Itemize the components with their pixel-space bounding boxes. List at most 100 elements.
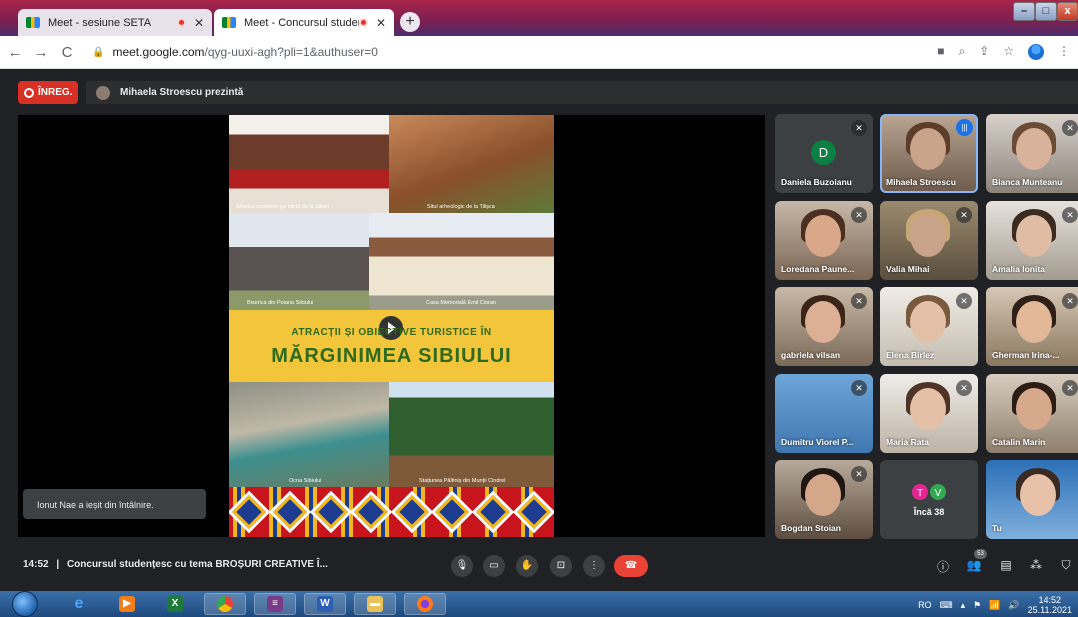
mic-off-icon: ✕ bbox=[1062, 207, 1078, 223]
participant-face bbox=[1016, 215, 1052, 257]
show-hidden-icons-icon[interactable]: ▴ bbox=[961, 600, 966, 611]
participant-face bbox=[805, 474, 841, 516]
camera-icon[interactable]: ■ bbox=[937, 44, 944, 60]
pattern-diamond bbox=[476, 495, 511, 529]
volume-icon[interactable]: 🔊 bbox=[1008, 600, 1019, 611]
meet-favicon-icon bbox=[222, 17, 236, 28]
camera-button[interactable]: ▭ bbox=[483, 555, 505, 577]
participant-tile[interactable]: ✕ Bianca Munteanu bbox=[986, 114, 1078, 193]
clock[interactable]: 14:52 25.11.2021 bbox=[1028, 595, 1072, 615]
network-icon[interactable]: 📶 bbox=[989, 600, 1000, 611]
url-field[interactable]: meet.google.com/qyg-uuxi-agh?pli=1&authu… bbox=[112, 45, 378, 59]
participant-name: Gherman Irina-... bbox=[992, 350, 1060, 360]
more-options-button[interactable]: ⋮ bbox=[583, 555, 605, 577]
mic-off-icon: ✕ bbox=[851, 466, 867, 482]
slide-photo-ocna-sibiului bbox=[229, 382, 389, 487]
participant-name: Daniela Buzoianu bbox=[781, 177, 852, 187]
more-participants-tile[interactable]: T V Încă 38 bbox=[880, 460, 978, 539]
slide-photo-paltinis bbox=[389, 382, 554, 487]
address-bar: ← → C 🔒 meet.google.com/qyg-uuxi-agh?pli… bbox=[0, 36, 1078, 69]
mic-off-icon: ✕ bbox=[851, 380, 867, 396]
participant-face bbox=[1016, 388, 1052, 430]
participant-name: gabriela vilsan bbox=[781, 350, 841, 360]
participant-tile[interactable]: ✕ Catalin Marin bbox=[986, 374, 1078, 453]
extension-icon[interactable] bbox=[1028, 44, 1044, 60]
file-explorer-icon[interactable]: ▬ bbox=[354, 593, 396, 615]
lock-icon[interactable]: 🔒 bbox=[92, 47, 104, 58]
participant-tile[interactable]: ✕ Amalia Ionita bbox=[986, 201, 1078, 280]
new-tab-button[interactable]: + bbox=[400, 12, 420, 32]
activities-icon[interactable]: ⁂ bbox=[1028, 558, 1044, 572]
host-controls-icon[interactable]: ⛉ bbox=[1058, 558, 1074, 573]
address-bar-actions: ■ ⌕ ⇪ ☆ ⋮ bbox=[937, 44, 1070, 60]
self-view-tile[interactable]: Tu bbox=[986, 460, 1078, 539]
start-button[interactable] bbox=[12, 591, 38, 617]
present-button[interactable]: ⊡ bbox=[550, 555, 572, 577]
speaking-indicator-icon: ||| bbox=[956, 119, 973, 136]
close-tab-icon[interactable]: ✕ bbox=[194, 16, 204, 30]
participant-name: Tu bbox=[992, 523, 1002, 533]
tab-sesiune-seta[interactable]: Meet - sesiune SETA ✕ bbox=[18, 9, 212, 36]
participant-avatar: D bbox=[811, 140, 836, 165]
internet-explorer-icon[interactable]: e bbox=[58, 593, 100, 615]
recording-indicator-icon bbox=[176, 18, 186, 27]
tab-concursul-studentesc[interactable]: Meet - Concursul studențesc ✕ bbox=[214, 9, 394, 36]
share-icon[interactable]: ⇪ bbox=[979, 44, 989, 60]
people-icon[interactable]: 👥 bbox=[966, 558, 982, 572]
participant-tile[interactable]: ||| Mihaela Stroescu bbox=[880, 114, 978, 193]
chrome-icon[interactable] bbox=[204, 593, 246, 615]
presenter-text: Mihaela Stroescu prezintă bbox=[120, 87, 244, 98]
participant-tile[interactable]: D ✕ Daniela Buzoianu bbox=[775, 114, 873, 193]
notification-toast: Ionut Nae a ieșit din întâlnire. bbox=[23, 489, 206, 519]
keyboard-icon[interactable]: ⌨ bbox=[940, 600, 953, 611]
slide-caption: Stațiunea Păltiniș din Munții Cindrel bbox=[419, 478, 506, 484]
menu-dots-icon[interactable]: ⋮ bbox=[1058, 44, 1070, 60]
pattern-diamond bbox=[354, 495, 389, 529]
more-participants-label: Încă 38 bbox=[913, 507, 945, 517]
participant-name: Loredana Paune... bbox=[781, 264, 855, 274]
meet-control-bar: 14:52 | Concursul studențesc cu tema BRO… bbox=[0, 545, 1078, 585]
meet-favicon-icon bbox=[26, 17, 40, 28]
word-icon[interactable]: W bbox=[304, 593, 346, 615]
mic-button[interactable]: 🎙 bbox=[451, 555, 473, 577]
minimize-button[interactable]: – bbox=[1013, 2, 1035, 21]
firefox-icon[interactable] bbox=[404, 593, 446, 615]
participant-tile[interactable]: ✕ Loredana Paune... bbox=[775, 201, 873, 280]
info-icon[interactable]: ⓘ bbox=[935, 558, 951, 575]
bookmark-star-icon[interactable]: ☆ bbox=[1003, 44, 1014, 60]
hang-up-button[interactable]: ☎ bbox=[614, 555, 648, 577]
participant-tile[interactable]: ✕ gabriela vilsan bbox=[775, 287, 873, 366]
presenter-bar: Mihaela Stroescu prezintă bbox=[86, 81, 1078, 104]
participant-tile[interactable]: ✕ Dumitru Viorel P... bbox=[775, 374, 873, 453]
maximize-button[interactable]: □ bbox=[1035, 2, 1057, 21]
mic-off-icon: ✕ bbox=[1062, 120, 1078, 136]
language-indicator[interactable]: RO bbox=[918, 600, 932, 610]
forward-arrow-icon[interactable]: → bbox=[30, 44, 52, 61]
media-player-icon[interactable]: ▶ bbox=[106, 593, 148, 615]
participant-tile[interactable]: ✕ Gherman Irina-... bbox=[986, 287, 1078, 366]
participant-name: Valia Mihai bbox=[886, 264, 930, 274]
winrar-icon[interactable]: ≡ bbox=[254, 593, 296, 615]
slide-photo-church bbox=[229, 213, 369, 310]
close-window-button[interactable]: x bbox=[1057, 2, 1078, 21]
reload-icon[interactable]: C bbox=[56, 44, 78, 61]
participant-face bbox=[805, 301, 841, 343]
mic-off-icon: ✕ bbox=[956, 293, 972, 309]
mic-off-icon: ✕ bbox=[1062, 380, 1078, 396]
participant-name: Bianca Munteanu bbox=[992, 177, 1063, 187]
action-center-flag-icon[interactable]: ⚑ bbox=[973, 600, 981, 611]
slide-title: MĂRGINIMEA SIBIULUI bbox=[271, 345, 512, 367]
mic-off-icon: ✕ bbox=[851, 207, 867, 223]
pattern-diamond bbox=[272, 495, 307, 529]
excel-icon[interactable]: X bbox=[154, 593, 196, 615]
back-arrow-icon[interactable]: ← bbox=[4, 44, 26, 61]
participant-tile[interactable]: ✕ Elena Birlez bbox=[880, 287, 978, 366]
participant-tile[interactable]: ✕ Maria Rata bbox=[880, 374, 978, 453]
close-tab-icon[interactable]: ✕ bbox=[376, 16, 386, 30]
raise-hand-button[interactable]: ✋ bbox=[516, 555, 538, 577]
participant-tile[interactable]: ✕ Bogdan Stoian bbox=[775, 460, 873, 539]
browser-tabstrip: Meet - sesiune SETA ✕ Meet - Concursul s… bbox=[0, 0, 1078, 36]
chat-icon[interactable]: ▤ bbox=[998, 558, 1014, 572]
participant-tile[interactable]: ✕ Valia Mihai bbox=[880, 201, 978, 280]
zoom-icon[interactable]: ⌕ bbox=[958, 44, 965, 60]
